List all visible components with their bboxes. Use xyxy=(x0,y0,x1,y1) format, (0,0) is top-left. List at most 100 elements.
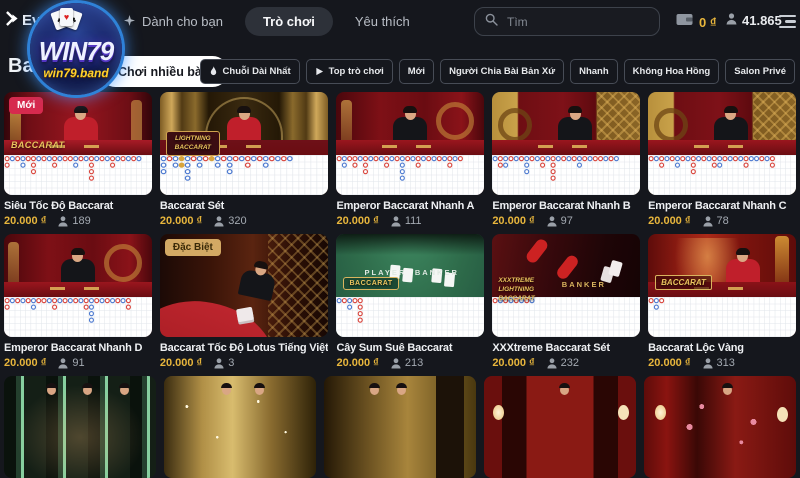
game-tile-3[interactable]: Emperor Baccarat Nhanh A20.000 ₫111 xyxy=(336,92,484,234)
filter-chip-4[interactable]: Người Chia Bài Bản Xứ xyxy=(440,59,564,84)
person-icon xyxy=(726,13,737,28)
dealer-figure xyxy=(61,250,95,285)
player-count: 320 xyxy=(214,215,246,227)
dealer-figure xyxy=(558,108,592,143)
dealer-figure xyxy=(560,385,569,395)
nav-item-games[interactable]: Trò chơi xyxy=(245,7,333,36)
filter-chip-label: Mới xyxy=(408,66,425,77)
game-thumbnail: BACCARAT xyxy=(648,234,796,337)
filter-chip-label: Salon Privé xyxy=(734,66,786,77)
tile-badge-new: Mới xyxy=(9,97,43,114)
min-bet-value: 20.000 ₫ xyxy=(4,215,46,227)
evolution-icon xyxy=(6,11,19,30)
main-nav: Dành cho bạn Trò chơi Yêu thích xyxy=(112,7,422,36)
dealer-figure xyxy=(222,385,231,395)
game-tile-preview-golden-room-studio[interactable] xyxy=(324,376,476,478)
filter-chip-7[interactable]: Salon Privé xyxy=(725,59,795,84)
min-bet-value: 20.000 ₫ xyxy=(160,215,202,227)
dealer-figure xyxy=(237,260,278,301)
player-count-value: 111 xyxy=(405,215,422,227)
wallet-icon xyxy=(676,13,694,31)
filter-chip-3[interactable]: Mới xyxy=(399,59,434,84)
win79-logo-text: WIN79 xyxy=(24,36,128,67)
dealer-figure xyxy=(393,108,427,143)
dealer-figure xyxy=(227,108,261,143)
table-label: BANKER xyxy=(415,268,459,277)
game-tile-8[interactable]: PLAYERBANKERBACCARATCây Sum Suê Baccarat… xyxy=(336,234,484,376)
game-title: Emperor Baccarat Nhanh D xyxy=(4,342,152,354)
table-edge-decor xyxy=(648,140,796,155)
scoreboard-road xyxy=(492,155,640,195)
wall-lattice-decor xyxy=(268,234,329,337)
game-meta: 20.000 ₫91 xyxy=(4,357,152,369)
game-thumbnail: BANKERXXXTREME LIGHTNING BACCARAT xyxy=(492,234,640,337)
dealer-figure xyxy=(64,108,98,143)
game-meta: 20.000 ₫213 xyxy=(336,357,484,369)
game-tile-preview-golden-sparkle-studio[interactable] xyxy=(164,376,316,478)
min-bet-value: 20.000 ₫ xyxy=(648,215,690,227)
player-count: 3 xyxy=(214,357,234,369)
player-count-value: 213 xyxy=(405,357,423,369)
player-count-value: 320 xyxy=(228,215,246,227)
player-count-value: 97 xyxy=(561,215,573,227)
min-bet-value: 20.000 ₫ xyxy=(492,215,534,227)
wallet-balance[interactable]: 0 ₫ xyxy=(676,13,717,31)
game-tile-7[interactable]: Đặc Biệt Baccarat Tốc Độ Lotus Tiếng Việt… xyxy=(160,234,329,376)
search-icon xyxy=(485,13,498,31)
game-tile-preview-red-lantern-room[interactable] xyxy=(484,376,636,478)
player-count-value: 189 xyxy=(72,215,90,227)
game-grid: BACCARAT Mới Siêu Tốc Độ Baccarat 20.000 ₫ 1… xyxy=(4,92,796,376)
search-box[interactable] xyxy=(474,7,660,36)
dealer-figure xyxy=(397,385,406,395)
game-title: Cây Sum Suê Baccarat xyxy=(336,342,484,354)
game-tile-preview-multi-table-studio[interactable] xyxy=(4,376,156,478)
player-count-value: 313 xyxy=(717,357,735,369)
game-meta: 20.000 ₫ 3 xyxy=(160,357,329,369)
player-count: 232 xyxy=(547,357,579,369)
game-tile-1[interactable]: BACCARATMớiSiêu Tốc Độ Baccarat20.000 ₫1… xyxy=(4,92,152,234)
game-tile-9[interactable]: BANKERXXXTREME LIGHTNING BACCARATXXXtrem… xyxy=(492,234,640,376)
player-count: 213 xyxy=(391,357,423,369)
game-emblem: BACCARAT xyxy=(343,277,398,290)
player-count: 97 xyxy=(547,215,573,227)
dealer-figure xyxy=(723,385,732,395)
game-tile-2[interactable]: LIGHTNING BACCARATBaccarat Sét20.000 ₫32… xyxy=(160,92,329,234)
filter-chip-row: Chuỗi Dài Nhất Top trò chơi Mới Người Chia … xyxy=(200,59,795,84)
game-thumbnail: Đặc Biệt xyxy=(160,234,329,337)
game-tile-4[interactable]: Emperor Baccarat Nhanh B20.000 ₫97 xyxy=(492,92,640,234)
nav-item-favorites[interactable]: Yêu thích xyxy=(343,7,422,36)
menu-icon[interactable] xyxy=(779,15,796,28)
dealer-figure xyxy=(120,385,129,395)
player-count: 78 xyxy=(703,215,729,227)
game-emblem: LIGHTNING BACCARAT xyxy=(166,131,220,156)
filter-chip-label: Top trò chơi xyxy=(329,66,384,77)
nav-label: Dành cho bạn xyxy=(142,14,223,29)
scoreboard-road xyxy=(4,155,152,195)
filter-chip-2[interactable]: Top trò chơi xyxy=(306,59,393,84)
filter-chip-5[interactable]: Nhanh xyxy=(570,59,618,84)
game-thumbnail: LIGHTNING BACCARAT xyxy=(160,92,329,195)
filter-chip-6[interactable]: Không Hoa Hồng xyxy=(624,59,720,84)
game-emblem: XXXTREME LIGHTNING BACCARAT xyxy=(498,277,558,303)
balance-value: 0 ₫ xyxy=(699,15,717,30)
min-bet-value: 20.000 ₫ xyxy=(160,357,202,369)
filter-chip-label: Nhanh xyxy=(579,66,609,77)
min-bet-value: 20.000 ₫ xyxy=(648,357,690,369)
game-tile-5[interactable]: Emperor Baccarat Nhanh C20.000 ₫78 xyxy=(648,92,796,234)
game-title: Emperor Baccarat Nhanh A xyxy=(336,200,484,212)
search-input[interactable] xyxy=(505,14,649,30)
game-title: Siêu Tốc Độ Baccarat xyxy=(4,200,152,212)
game-tile-preview-blossom-lantern-room[interactable] xyxy=(644,376,796,478)
game-title: Baccarat Lộc Vàng xyxy=(648,342,796,354)
game-thumbnail xyxy=(4,234,152,337)
game-title: Baccarat Tốc Độ Lotus Tiếng Việt xyxy=(160,342,329,354)
game-thumbnail xyxy=(336,92,484,195)
filter-chip-1[interactable]: Chuỗi Dài Nhất xyxy=(200,59,300,84)
player-count-value: 91 xyxy=(72,357,84,369)
win79-logo[interactable]: ♠♥♣ WIN79 win79.band xyxy=(24,0,140,98)
scoreboard-road xyxy=(160,155,329,195)
table-edge-decor xyxy=(4,282,152,297)
filter-chip-label: Người Chia Bài Bản Xứ xyxy=(449,66,555,77)
game-tile-10[interactable]: BACCARAT Baccarat Lộc Vàng 20.000 ₫ 313 xyxy=(648,234,796,376)
game-tile-6[interactable]: Emperor Baccarat Nhanh D 20.000 ₫91 xyxy=(4,234,152,376)
